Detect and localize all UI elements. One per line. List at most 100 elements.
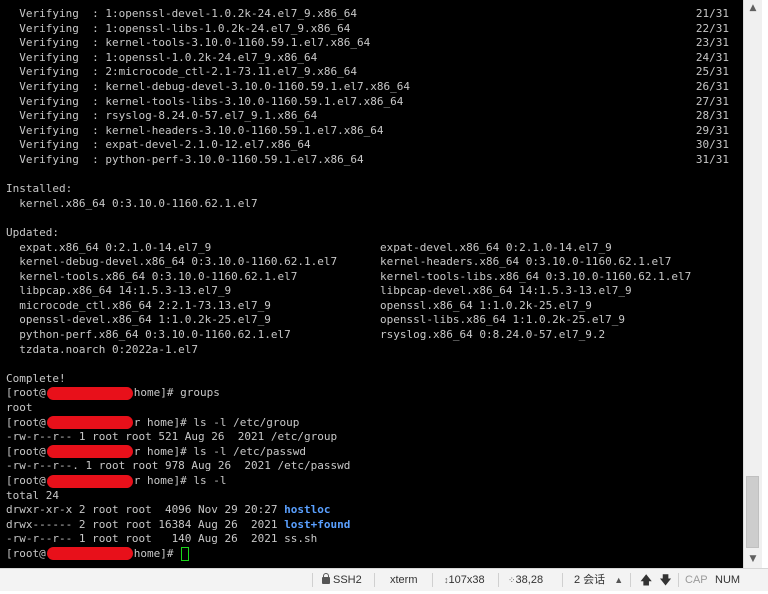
ls-entry-meta: drwxr-xr-x 2 root root 4096 Nov 29 20:27 (6, 503, 285, 517)
prompt-user: [root@ (6, 444, 46, 458)
updated-package: microcode_ctl.x86_64 2:2.1-73.13.el7_9 (6, 298, 271, 312)
verify-count: 25/31 (695, 65, 729, 79)
status-separator (312, 573, 313, 587)
file-name: ss.sh (284, 532, 318, 546)
verify-line: Verifying : 1:openssl-libs-1.0.2k-24.el7… (6, 22, 729, 37)
command-text: ls -l /etc/group (193, 415, 300, 429)
scroll-down-arrow-icon[interactable]: ▼ (744, 551, 762, 568)
updated-package: python-perf.x86_64 0:3.10.0-1160.62.1.el… (6, 328, 291, 342)
updated-header: Updated: (6, 225, 59, 239)
cursor-position: ⁘38,28 (508, 569, 543, 591)
sessions-up-icon[interactable]: ▲ (614, 569, 623, 591)
updated-package-row: kernel-tools.x86_64 0:3.10.0-1160.62.1.e… (6, 270, 729, 285)
updated-package-row: tzdata.noarch 0:2022a-1.el7 (6, 343, 729, 358)
shell-prompt-line: [root@ r home]# ls -l (6, 474, 729, 489)
status-separator (374, 573, 375, 587)
redacted-hostname (46, 547, 133, 561)
verify-text: Verifying : 2:microcode_ctl-2.1-73.11.el… (6, 65, 357, 79)
sessions-label: 2 会话 (574, 574, 606, 586)
redacted-hostname (46, 445, 133, 459)
scrollbar-thumb[interactable] (746, 476, 759, 548)
lock-icon (322, 573, 330, 584)
ls-entry-meta: drwx------ 2 root root 16384 Aug 26 2021 (6, 517, 285, 531)
redacted-hostname (46, 416, 133, 430)
verify-text: Verifying : kernel-tools-3.10.0-1160.59.… (6, 36, 371, 50)
verify-line: Verifying : kernel-tools-3.10.0-1160.59.… (6, 36, 729, 51)
prompt-user: [root@ (6, 386, 46, 400)
command-output: -rw-r--r-- 1 root root 521 Aug 26 2021 /… (6, 430, 338, 444)
previous-session-icon[interactable]: 🡅 (640, 573, 652, 587)
status-separator (498, 573, 499, 587)
updated-package-row: kernel-debug-devel.x86_64 0:3.10.0-1160.… (6, 255, 729, 270)
verify-text: Verifying : rsyslog-8.24.0-57.el7_9.1.x8… (6, 109, 318, 123)
verify-count: 27/31 (695, 94, 729, 108)
scroll-up-arrow-icon[interactable]: ▲ (744, 0, 762, 17)
ls-entry: drwx------ 2 root root 16384 Aug 26 2021… (6, 518, 729, 533)
prompt-path: r home]# (133, 444, 194, 458)
updated-package: tzdata.noarch 0:2022a-1.el7 (6, 342, 199, 356)
command-output: total 24 (6, 488, 59, 502)
verify-count: 31/31 (695, 152, 729, 166)
shell-prompt-line: [root@ home]# groups (6, 386, 729, 401)
prompt-path: r home]# (133, 415, 194, 429)
command-output: -rw-r--r--. 1 root root 978 Aug 26 2021 … (6, 459, 351, 473)
protocol-label: SSH2 (333, 574, 362, 586)
command-output: root (6, 401, 33, 415)
status-separator (432, 573, 433, 587)
status-separator (630, 573, 631, 587)
vertical-scrollbar[interactable]: ▲ ▼ (743, 0, 762, 568)
updated-package-row: libpcap.x86_64 14:1.5.3-13.el7_9 libpcap-… (6, 284, 729, 299)
installed-header: Installed: (6, 182, 73, 196)
verify-text: Verifying : 1:openssl-1.0.2k-24.el7_9.x8… (6, 50, 318, 64)
verify-line: Verifying : expat-devel-2.1.0-12.el7.x86… (6, 138, 729, 153)
protocol-indicator: SSH2 (322, 569, 362, 591)
updated-package-row: openssl-devel.x86_64 1:1.0.2k-25.el7_9 op… (6, 313, 729, 328)
terminal-size-label: 107x38 (448, 574, 485, 586)
command-text: ls -l /etc/passwd (193, 444, 306, 458)
updated-package: kernel-debug-devel.x86_64 0:3.10.0-1160.… (6, 255, 338, 269)
status-bar: SSH2 xterm ↕107x38 ⁘38,28 2 会话 ▲ 🡅 🡇 CAP… (0, 568, 768, 591)
ls-entry-meta: -rw-r--r-- 1 root root 140 Aug 26 2021 (6, 532, 285, 546)
status-separator (678, 573, 679, 587)
directory-name: lost+found (284, 517, 351, 531)
terminal-screen[interactable]: Verifying : 1:openssl-devel-1.0.2k-24.el… (0, 0, 743, 568)
num-lock-indicator: NUM (715, 574, 741, 586)
navigation-arrows: 🡅 🡇 (640, 569, 672, 591)
text-cursor (181, 546, 190, 561)
next-session-icon[interactable]: 🡇 (659, 573, 671, 587)
verify-count: 21/31 (695, 7, 729, 20)
prompt-user: [root@ (6, 546, 46, 560)
updated-package: kernel-tools-libs.x86_64 0:3.10.0-1160.6… (380, 269, 692, 283)
verify-text: Verifying : kernel-headers-3.10.0-1160.5… (6, 123, 384, 137)
caps-lock-indicator: CAP (685, 574, 708, 586)
prompt-path: home]# (133, 386, 181, 400)
updated-package: libpcap.x86_64 14:1.5.3-13.el7_9 (6, 284, 232, 298)
verify-text: Verifying : kernel-tools-libs-3.10.0-116… (6, 94, 404, 108)
sessions-indicator[interactable]: 2 会话 ▲ (574, 569, 623, 591)
verify-count: 26/31 (695, 79, 729, 93)
updated-package: openssl-devel.x86_64 1:1.0.2k-25.el7_9 (6, 313, 271, 327)
redacted-hostname (46, 474, 133, 488)
shell-prompt-line: [root@ home]# (6, 546, 729, 562)
updated-package: kernel-tools.x86_64 0:3.10.0-1160.62.1.e… (6, 269, 298, 283)
verify-count: 23/31 (695, 36, 729, 50)
terminal-size: ↕107x38 (444, 569, 485, 591)
redacted-hostname (46, 386, 133, 400)
verify-line: Verifying : 2:microcode_ctl-2.1-73.11.el… (6, 65, 729, 80)
installed-package: kernel.x86_64 0:3.10.0-1160.62.1.el7 (6, 196, 258, 210)
status-separator (562, 573, 563, 587)
command-text: groups (180, 386, 220, 400)
shell-prompt-line: [root@ r home]# ls -l /etc/passwd (6, 445, 729, 460)
updated-package-row: microcode_ctl.x86_64 2:2.1-73.13.el7_9 op… (6, 299, 729, 314)
verify-line: Verifying : kernel-headers-3.10.0-1160.5… (6, 124, 729, 139)
command-text: ls -l (193, 474, 227, 487)
updated-package-row: expat.x86_64 0:2.1.0-14.el7_9 expat-devel… (6, 241, 729, 256)
verify-text: Verifying : 1:openssl-devel-1.0.2k-24.el… (6, 7, 357, 20)
position-icon: ⁘ (508, 575, 516, 585)
directory-name: hostloc (284, 503, 331, 517)
verify-count: 29/31 (695, 123, 729, 137)
verify-text: Verifying : expat-devel-2.1.0-12.el7.x86… (6, 138, 311, 152)
verify-count: 22/31 (695, 21, 729, 35)
